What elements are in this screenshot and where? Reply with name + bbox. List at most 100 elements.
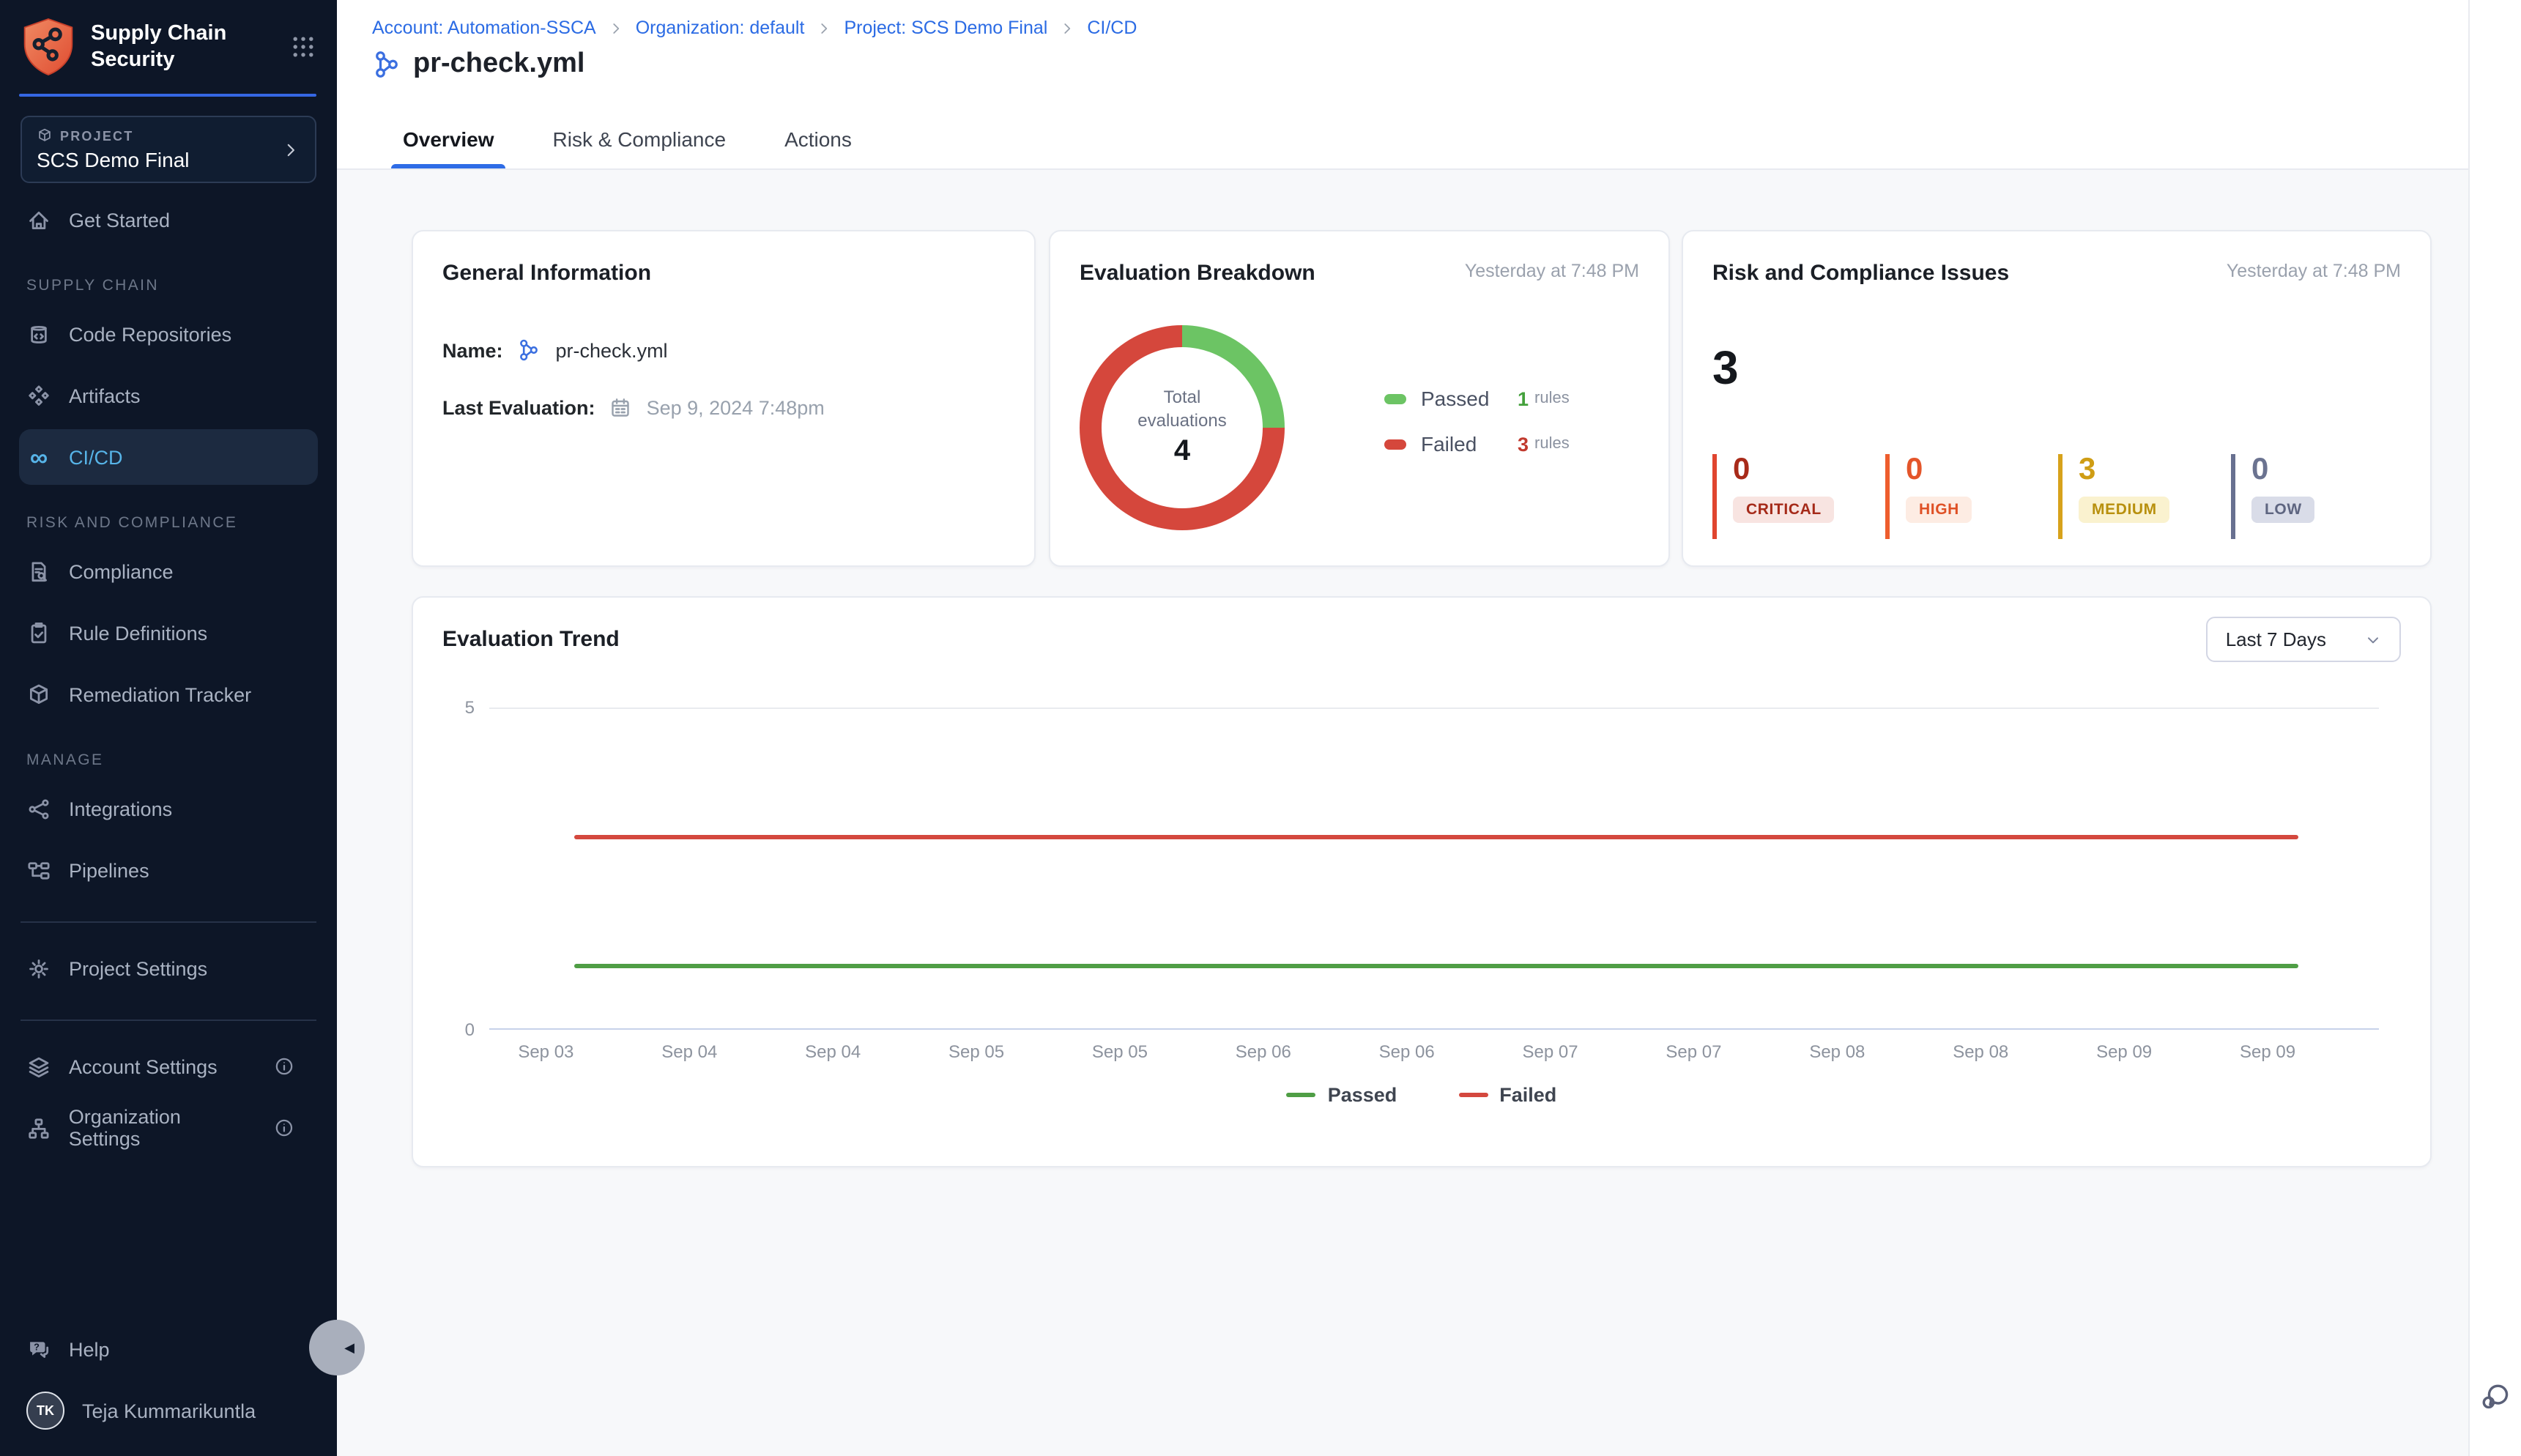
- sidebar-item-rule-definitions[interactable]: Rule Definitions: [19, 605, 318, 661]
- breadcrumb-link[interactable]: Project: SCS Demo Final: [844, 18, 1047, 38]
- layers-icon: [26, 1054, 51, 1079]
- sidebar-item-project-settings[interactable]: Project Settings: [19, 940, 318, 996]
- last-evaluation-row: Last Evaluation: Sep 9, 2024 7:48pm: [442, 397, 1005, 419]
- chevron-right-icon: [1059, 20, 1075, 36]
- legend-count: 1: [1518, 387, 1529, 409]
- trend-line-failed: [574, 834, 2298, 839]
- date-range-select[interactable]: Last 7 Days: [2207, 617, 2401, 662]
- chevron-right-icon: [608, 20, 624, 36]
- user-menu[interactable]: TK Teja Kummarikuntla: [19, 1383, 318, 1438]
- sidebar-item-organization-settings[interactable]: Organization Settings: [19, 1100, 318, 1156]
- breadcrumb-link[interactable]: CI/CD: [1087, 18, 1137, 38]
- sidebar-item-compliance[interactable]: Compliance: [19, 543, 318, 599]
- x-axis-label: Sep 09: [2096, 1041, 2152, 1062]
- tab-overview[interactable]: Overview: [400, 127, 497, 168]
- sidebar-item-label: Compliance: [69, 560, 174, 582]
- legend-label: Passed: [1421, 387, 1518, 410]
- trend-plot-area: [489, 707, 2379, 1030]
- x-axis-line: [489, 1028, 2379, 1030]
- sidebar-item-artifacts[interactable]: Artifacts: [19, 368, 318, 423]
- sidebar-divider: [21, 1019, 316, 1021]
- evaluation-breakdown-card: Evaluation Breakdown Yesterday at 7:48 P…: [1049, 230, 1670, 567]
- name-row: Name: pr-check.yml: [442, 338, 1005, 362]
- sidebar-item-label: Pipelines: [69, 859, 149, 881]
- name-value: pr-check.yml: [556, 339, 668, 361]
- x-axis-label: Sep 04: [661, 1041, 717, 1062]
- feedback-chat-icon[interactable]: [2480, 1381, 2511, 1412]
- sidebar-item-pipelines[interactable]: Pipelines: [19, 842, 318, 898]
- tab-bar: Overview Risk & Compliance Actions: [400, 127, 855, 168]
- document-search-icon: [26, 559, 51, 584]
- sidebar-item-label: Get Started: [69, 209, 170, 231]
- app-title: Supply Chain Security: [91, 21, 275, 74]
- severity-high: 0HIGH: [1885, 454, 2058, 539]
- project-label-row: PROJECT: [37, 127, 281, 144]
- severity-pill: LOW: [2251, 497, 2315, 523]
- sidebar-item-help[interactable]: ? Help: [19, 1321, 318, 1377]
- severity-critical: 0CRITICAL: [1712, 454, 1885, 539]
- trend-line-passed: [574, 963, 2298, 967]
- x-axis-label: Sep 03: [518, 1041, 573, 1062]
- top-gridline: [489, 707, 2379, 709]
- project-meta: PROJECT SCS Demo Final: [37, 127, 281, 171]
- donut-center: Total evaluations 4: [1080, 325, 1285, 530]
- app-root: Supply Chain Security PROJECT SCS Demo F…: [0, 0, 2521, 1456]
- breakdown-legend: Passed1rulesFailed3rules: [1384, 387, 1570, 456]
- info-icon[interactable]: [274, 1118, 294, 1138]
- sidebar-item-remediation-tracker[interactable]: Remediation Tracker: [19, 666, 318, 722]
- package-icon: [26, 682, 51, 707]
- x-axis-label: Sep 09: [2240, 1041, 2295, 1062]
- user-name: Teja Kummarikuntla: [82, 1400, 256, 1422]
- breadcrumb: Account: Automation-SSCA Organization: de…: [372, 18, 1137, 38]
- title-row: pr-check.yml: [372, 48, 584, 81]
- collapse-sidebar-button[interactable]: ◀: [309, 1320, 365, 1375]
- calendar-icon: [610, 397, 632, 419]
- tab-actions[interactable]: Actions: [781, 127, 855, 168]
- x-axis-label: Sep 08: [1809, 1041, 1865, 1062]
- sidebar-item-label: Rule Definitions: [69, 622, 207, 644]
- chevron-right-icon: [281, 140, 300, 159]
- sidebar: Supply Chain Security PROJECT SCS Demo F…: [0, 0, 337, 1456]
- severity-row: 0CRITICAL0HIGH3MEDIUM0LOW: [1712, 454, 2404, 539]
- infinity-icon: ∞: [26, 445, 51, 469]
- severity-count: 0: [2251, 454, 2404, 485]
- pipeline-icon: [518, 338, 541, 362]
- tab-risk-compliance[interactable]: Risk & Compliance: [550, 127, 729, 168]
- severity-low: 0 LOW: [2231, 454, 2404, 539]
- trend-legend-passed: Passed: [1287, 1084, 1397, 1106]
- sidebar-item-code-repositories[interactable]: Code Repositories: [19, 306, 318, 362]
- logo-divider: [19, 94, 316, 97]
- project-name: SCS Demo Final: [37, 148, 281, 171]
- y-axis-tick: 5: [437, 697, 475, 718]
- legend-unit: rules: [1534, 435, 1570, 453]
- sidebar-item-label: Remediation Tracker: [69, 683, 251, 705]
- card-timestamp: Yesterday at 7:48 PM: [1465, 261, 1639, 281]
- x-axis-label: Sep 08: [1953, 1041, 2008, 1062]
- project-label: PROJECT: [60, 128, 133, 143]
- sidebar-item-get-started[interactable]: Get Started: [19, 192, 318, 248]
- apps-grid-icon[interactable]: [290, 34, 316, 60]
- project-selector[interactable]: PROJECT SCS Demo Final: [21, 116, 316, 183]
- sidebar-item-label: CI/CD: [69, 446, 123, 468]
- severity-pill: CRITICAL: [1733, 497, 1835, 523]
- evaluation-trend-card: Evaluation Trend Last 7 Days Sep 03Sep 0…: [412, 596, 2432, 1167]
- sidebar-item-label: Artifacts: [69, 385, 141, 406]
- chevron-right-icon: [816, 20, 832, 36]
- pipeline-icon: [372, 50, 401, 79]
- breadcrumb-link[interactable]: Organization: default: [636, 18, 805, 38]
- sidebar-item-account-settings[interactable]: Account Settings: [19, 1039, 318, 1094]
- sidebar-item-ci-cd[interactable]: ∞ CI/CD: [19, 429, 318, 485]
- donut-center-label: Total evaluations: [1121, 387, 1244, 432]
- severity-count: 0: [1906, 454, 2058, 485]
- page-title: pr-check.yml: [413, 48, 584, 81]
- legend-dash: [1458, 1093, 1488, 1097]
- severity-medium: 3MEDIUM: [2058, 454, 2231, 539]
- breadcrumb-link[interactable]: Account: Automation-SSCA: [372, 18, 596, 38]
- sidebar-bottom: ? Help TK Teja Kummarikuntla: [0, 1321, 337, 1456]
- info-icon[interactable]: [274, 1056, 294, 1077]
- legend-row-passed: Passed1rules: [1384, 387, 1570, 410]
- sidebar-item-integrations[interactable]: Integrations: [19, 781, 318, 836]
- severity-pill: MEDIUM: [2079, 497, 2170, 523]
- legend-row-failed: Failed3rules: [1384, 432, 1570, 456]
- avatar: TK: [26, 1392, 64, 1430]
